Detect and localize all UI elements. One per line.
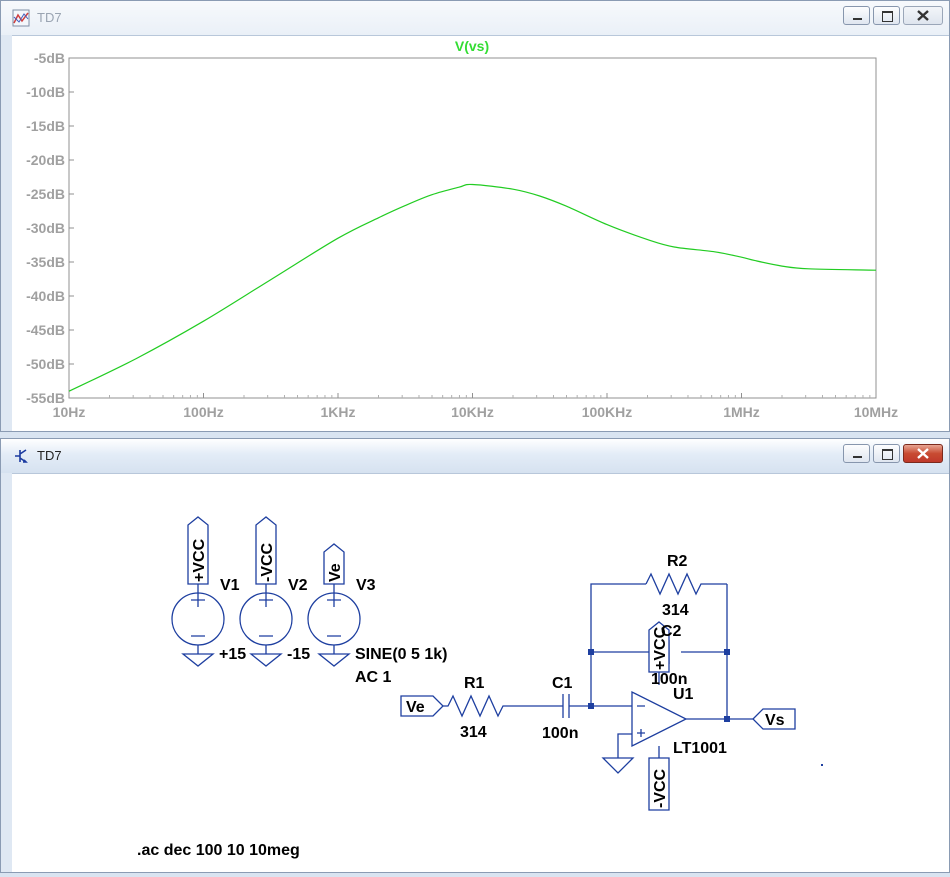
label-vcc-neg: -VCC	[259, 542, 276, 582]
label-r1: R1	[464, 675, 485, 692]
label-c1-value: 100n	[542, 725, 578, 742]
spice-directive[interactable]: .ac dec 100 10 10meg	[137, 842, 300, 859]
y-tick-label: -25dB	[26, 186, 65, 202]
capacitor-c1[interactable]	[562, 694, 591, 718]
y-tick-label: -50dB	[26, 356, 65, 372]
x-tick-label: 10MHz	[854, 404, 898, 420]
schematic-window: TD7 +VCC -VCC Ve V1 V2 V3 +15 -15 SINE(0…	[0, 438, 950, 873]
voltage-source-v1[interactable]	[171, 584, 225, 667]
resistor-r1[interactable]	[443, 694, 563, 718]
plot-window: TD7 V(vs) -5dB -10dB -15dB -20dB -25dB -30dB -…	[0, 0, 950, 432]
label-r2: R2	[667, 553, 688, 570]
plot-window-titlebar[interactable]: TD7	[1, 1, 949, 36]
y-tick-label: -30dB	[26, 220, 65, 236]
x-tick-label: 100Hz	[183, 404, 223, 420]
label-v1: V1	[220, 577, 240, 594]
maximize-button[interactable]	[873, 444, 900, 463]
y-tick-label: -5dB	[34, 50, 65, 66]
x-tick-label: 1KHz	[320, 404, 355, 420]
window-frame	[1, 35, 12, 431]
label-v3: V3	[356, 577, 376, 594]
plot-frame	[68, 57, 877, 399]
label-v3-value-line1: SINE(0 5 1k)	[355, 646, 447, 663]
trace-title[interactable]: V(vs)	[455, 38, 489, 54]
minimize-icon	[853, 456, 862, 458]
voltage-source-v3[interactable]	[307, 584, 361, 667]
label-ve-input: Ve	[406, 699, 425, 716]
minimize-button[interactable]	[843, 6, 870, 25]
plot-window-title: TD7	[37, 10, 62, 25]
y-tick-label: -15dB	[26, 118, 65, 134]
y-tick-label: -40dB	[26, 288, 65, 304]
label-r2-value: 314	[662, 602, 689, 619]
voltage-source-v2[interactable]	[239, 584, 293, 667]
label-ve-source: Ve	[327, 563, 344, 582]
label-u1-model: LT1001	[673, 740, 727, 757]
close-icon	[917, 10, 929, 21]
x-tick-label: 1MHz	[723, 404, 760, 420]
y-tick-label: -20dB	[26, 152, 65, 168]
label-v1-value: +15	[219, 646, 246, 663]
label-vcc-pos: +VCC	[191, 538, 208, 582]
waveform-viewer-icon	[12, 9, 30, 27]
maximize-button[interactable]	[873, 6, 900, 25]
y-tick-label: -45dB	[26, 322, 65, 338]
schematic-canvas[interactable]: +VCC -VCC Ve V1 V2 V3 +15 -15 SINE(0 5 1…	[12, 474, 949, 872]
minimize-button[interactable]	[843, 444, 870, 463]
x-tick-label: 100KHz	[582, 404, 633, 420]
label-v2: V2	[288, 577, 308, 594]
schematic-window-titlebar[interactable]: TD7	[1, 439, 949, 474]
label-opamp-vcc-pos: +VCC	[652, 626, 669, 670]
close-icon	[917, 448, 929, 459]
label-c1: C1	[552, 675, 573, 692]
label-r1-value: 314	[460, 724, 487, 741]
y-tick-label: -35dB	[26, 254, 65, 270]
x-tick-label: 10KHz	[451, 404, 494, 420]
restore-icon	[882, 449, 893, 460]
restore-icon	[882, 11, 893, 22]
close-button[interactable]	[903, 444, 943, 463]
label-v3-value-line2: AC 1	[355, 669, 392, 686]
label-opamp-vcc-neg: -VCC	[652, 768, 669, 808]
y-tick-label: -10dB	[26, 84, 65, 100]
schematic-drawing[interactable]: +VCC -VCC Ve V1 V2 V3 +15 -15 SINE(0 5 1…	[12, 474, 950, 872]
bode-plot[interactable]: V(vs) -5dB -10dB -15dB -20dB -25dB -30dB -35dB…	[12, 36, 950, 432]
schematic-icon	[15, 449, 28, 463]
close-button[interactable]	[903, 6, 943, 25]
plot-area[interactable]: V(vs) -5dB -10dB -15dB -20dB -25dB -30dB -35dB…	[12, 36, 949, 431]
minimize-icon	[853, 18, 862, 20]
x-tick-label: 10Hz	[53, 404, 86, 420]
resistor-r2[interactable]	[645, 572, 706, 596]
label-u1: U1	[673, 686, 694, 703]
window-frame	[1, 473, 12, 872]
schematic-window-title: TD7	[37, 448, 62, 463]
label-v2-value: -15	[287, 646, 310, 663]
label-vs: Vs	[765, 712, 785, 729]
